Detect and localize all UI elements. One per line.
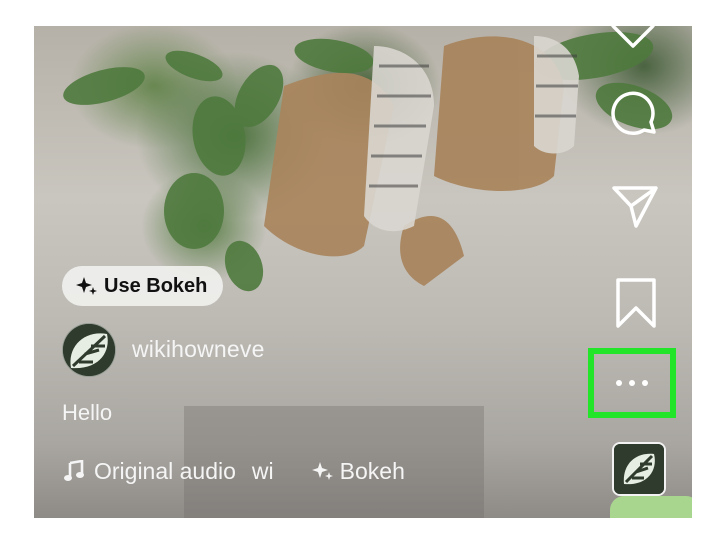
monstera-leaf-icon [614, 444, 664, 494]
sparkle-icon [76, 277, 97, 295]
bookmark-icon[interactable] [614, 276, 658, 330]
comment-icon[interactable] [608, 88, 662, 142]
use-effect-label: Use Bokeh [104, 274, 208, 297]
effect-link[interactable]: Bokeh [311, 457, 405, 485]
reel-viewer: Use Bokeh wikihowneve Hello Original aud… [34, 26, 692, 518]
audio-row[interactable]: Original audio wi Bokeh [64, 456, 405, 486]
bottom-sheet-peek [610, 496, 692, 518]
highlight-box [588, 348, 676, 418]
heart-icon[interactable] [606, 26, 660, 52]
sparkle-icon [311, 462, 333, 480]
music-note-icon [64, 460, 84, 481]
avatar[interactable] [62, 323, 116, 377]
monstera-leaf-icon [63, 324, 115, 376]
share-icon[interactable] [610, 182, 660, 232]
use-effect-button[interactable]: Use Bokeh [62, 266, 224, 306]
effect-label: Bokeh [339, 457, 405, 484]
username-link[interactable]: wikihowneve [132, 336, 265, 363]
audio-track-label: Original audio [94, 457, 236, 484]
audio-thumbnail[interactable] [612, 442, 666, 496]
post-caption: Hello [62, 400, 113, 425]
audio-track-overflow: wi [251, 457, 274, 484]
